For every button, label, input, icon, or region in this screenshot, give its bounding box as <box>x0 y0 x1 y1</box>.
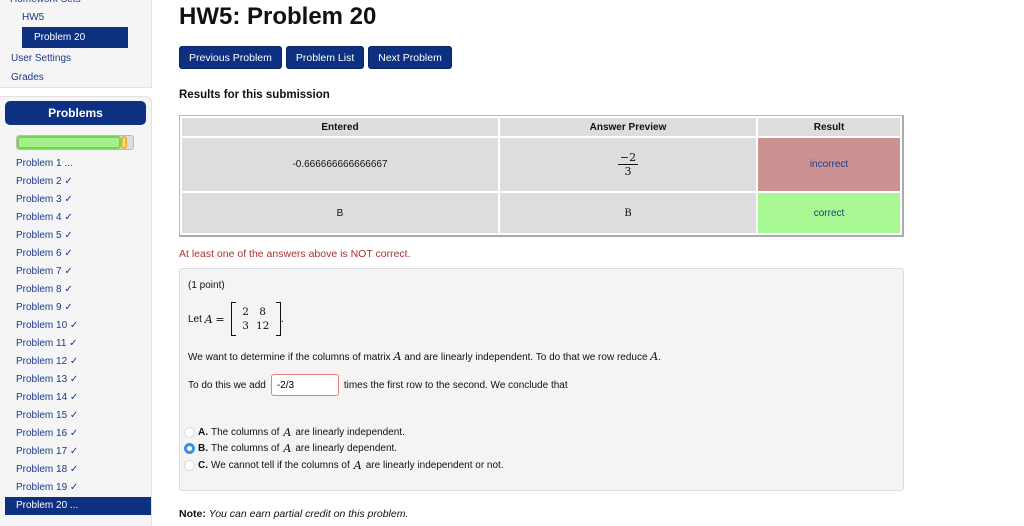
right-bracket <box>275 302 281 336</box>
sidebar-nav: Homework Sets HW5 Problem 20 User Settin… <box>0 0 152 88</box>
option-letter: A. <box>198 426 208 438</box>
result-cell-incorrect: incorrect <box>758 138 900 191</box>
grades-link[interactable]: Grades <box>11 72 44 83</box>
fraction-preview: −2 3 <box>617 151 639 178</box>
progress-correct <box>17 136 122 149</box>
table-row: -0.666666666666667 −2 3 incorrect <box>182 138 900 191</box>
fraction-denominator: 3 <box>624 165 632 178</box>
option-a[interactable]: A. The columns of Aare linearly independen… <box>184 424 504 441</box>
matrix-a: 2 8 3 12 . <box>230 302 284 336</box>
header-entered: Entered <box>182 118 498 136</box>
matrix-cell: 12 <box>255 320 270 332</box>
preview-cell: −2 3 <box>500 138 756 191</box>
statement-text: and are linearly independent. To do that… <box>404 352 648 363</box>
matrix-definition: Let A = 2 8 3 12 . <box>188 302 284 336</box>
option-letter: B. <box>198 443 208 455</box>
answer-options: A. The columns of Aare linearly independen… <box>184 424 504 474</box>
problem-link-3[interactable]: Problem 3 ✓ <box>0 191 152 209</box>
problem-link-13[interactable]: Problem 13 ✓ <box>0 371 152 389</box>
problem-link-11[interactable]: Problem 11 ✓ <box>0 335 152 353</box>
var-a: A <box>393 350 402 363</box>
current-problem-link[interactable]: Problem 20 <box>22 27 128 48</box>
problem-list-button[interactable]: Problem List <box>285 46 365 69</box>
problem-link-9[interactable]: Problem 9 ✓ <box>0 299 152 317</box>
var-a: A <box>650 350 659 363</box>
problem-list: Problem 1 ... Problem 2 ✓ Problem 3 ✓ Probl… <box>0 155 152 515</box>
problem-nav: Previous Problem Problem List Next Probl… <box>179 46 452 69</box>
problem-link-15[interactable]: Problem 15 ✓ <box>0 407 152 425</box>
answer-prefix: To do this we add <box>188 379 266 391</box>
equals-sign: = <box>215 312 225 326</box>
radio-button[interactable] <box>184 443 195 455</box>
entered-cell: -0.666666666666667 <box>182 138 498 191</box>
problem-link-17[interactable]: Problem 17 ✓ <box>0 443 152 461</box>
note-label: Note: <box>179 508 206 520</box>
problem-link-18[interactable]: Problem 18 ✓ <box>0 461 152 479</box>
problem-link-7[interactable]: Problem 7 ✓ <box>0 263 152 281</box>
problem-link-10[interactable]: Problem 10 ✓ <box>0 317 152 335</box>
problem-link-14[interactable]: Problem 14 ✓ <box>0 389 152 407</box>
option-c[interactable]: C. We cannot tell if the columns of Aare l… <box>184 457 504 474</box>
statement-text: We want to determine if the columns of m… <box>188 352 391 363</box>
note-text: You can earn partial credit on this prob… <box>208 508 409 520</box>
problem-statement: We want to determine if the columns of m… <box>188 350 662 363</box>
option-b[interactable]: B. The columns of Aare linearly dependent. <box>184 441 504 458</box>
problem-link-2[interactable]: Problem 2 ✓ <box>0 173 152 191</box>
problems-header: Problems <box>5 101 146 125</box>
previous-problem-button[interactable]: Previous Problem <box>179 46 282 69</box>
next-problem-button[interactable]: Next Problem <box>368 46 452 69</box>
problem-link-12[interactable]: Problem 12 ✓ <box>0 353 152 371</box>
option-text: We cannot tell if the columns of <box>211 459 350 471</box>
table-row: B B correct <box>182 193 900 233</box>
option-text: are linearly independent or not. <box>365 459 504 471</box>
partial-credit-note: Note: You can earn partial credit on thi… <box>179 508 408 520</box>
answer-line: To do this we add times the first row to… <box>188 374 568 396</box>
problem-link-1[interactable]: Problem 1 ... <box>0 155 152 173</box>
header-answer-preview: Answer Preview <box>500 118 756 136</box>
hw5-link[interactable]: HW5 <box>22 12 44 23</box>
option-text: are linearly dependent. <box>295 443 398 455</box>
option-text: The columns of <box>211 443 280 455</box>
option-text: are linearly independent. <box>295 426 405 438</box>
preview-cell: B <box>500 193 756 233</box>
homework-sets-link[interactable]: Homework Sets <box>10 0 81 5</box>
var-a: A <box>283 425 292 439</box>
problem-link-4[interactable]: Problem 4 ✓ <box>0 209 152 227</box>
results-table: Entered Answer Preview Result -0.6666666… <box>179 115 904 237</box>
problem-link-6[interactable]: Problem 6 ✓ <box>0 245 152 263</box>
header-result: Result <box>758 118 900 136</box>
option-letter: C. <box>198 459 208 471</box>
problems-panel: Problems Problem 1 ... Problem 2 ✓ Problem… <box>0 96 152 526</box>
var-a: A <box>283 442 292 456</box>
radio-button[interactable] <box>184 426 195 438</box>
matrix-cell: 2 <box>242 306 249 318</box>
var-a: A <box>204 312 213 326</box>
result-cell-correct: correct <box>758 193 900 233</box>
results-title: Results for this submission <box>179 89 330 101</box>
fraction-numerator: −2 <box>617 151 639 165</box>
warning-message: At least one of the answers above is NOT… <box>179 248 411 260</box>
radio-button[interactable] <box>184 459 195 471</box>
progress-bar <box>16 135 134 150</box>
matrix-cell: 8 <box>259 306 266 318</box>
problem-link-20[interactable]: Problem 20 ... <box>5 497 151 515</box>
progress-partial <box>121 136 128 149</box>
let-label: Let <box>188 313 202 325</box>
var-a: A <box>353 458 362 472</box>
problem-link-5[interactable]: Problem 5 ✓ <box>0 227 152 245</box>
problem-link-19[interactable]: Problem 19 ✓ <box>0 479 152 497</box>
problem-link-8[interactable]: Problem 8 ✓ <box>0 281 152 299</box>
entered-cell: B <box>182 193 498 233</box>
problem-link-16[interactable]: Problem 16 ✓ <box>0 425 152 443</box>
user-settings-link[interactable]: User Settings <box>11 53 71 64</box>
problem-body: (1 point) Let A = 2 8 3 12 . We want to … <box>179 268 904 491</box>
matrix-cell: 3 <box>242 320 249 332</box>
answer-input[interactable] <box>270 374 339 396</box>
page-title: HW5: Problem 20 <box>179 3 377 30</box>
option-text: The columns of <box>211 426 280 438</box>
point-value: (1 point) <box>188 280 225 291</box>
answer-suffix: times the first row to the second. We co… <box>343 379 568 391</box>
